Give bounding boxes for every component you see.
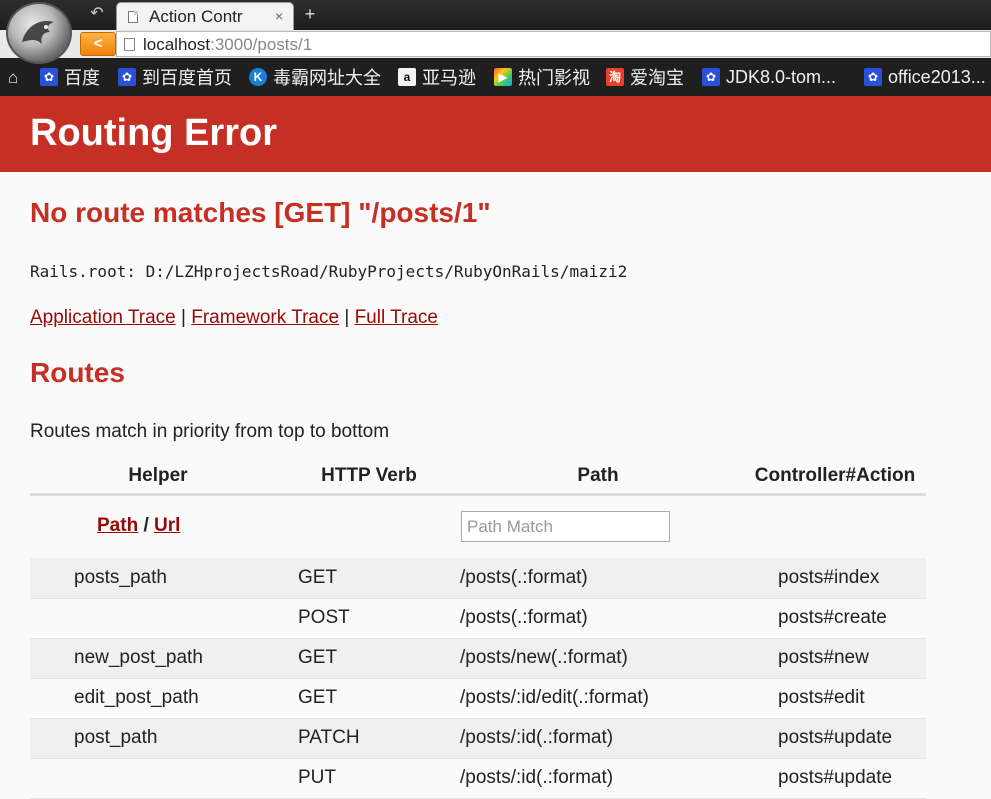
undo-close-tab-icon[interactable]: ↶ [86, 4, 108, 24]
route-verb: PUT [286, 758, 452, 799]
table-header: Helper HTTP Verb Path Controller#Action [30, 460, 926, 496]
path-toggle-link[interactable]: Path [97, 515, 138, 536]
address-bar-row: < localhost:3000/posts/1 [0, 30, 991, 58]
route-helper: post_path [30, 718, 286, 759]
address-bar[interactable]: localhost:3000/posts/1 [116, 31, 991, 57]
page-title: Routing Error [30, 112, 277, 154]
bookmark-jdk[interactable]: ✿ JDK8.0-tom... [702, 58, 836, 96]
path-url-toggle: Path / Url [97, 515, 180, 537]
bookmark-duba[interactable]: K 毒霸网址大全 [249, 58, 381, 96]
page-icon [128, 11, 138, 23]
paw-icon: ✿ [864, 68, 882, 86]
url-toggle-link[interactable]: Url [154, 515, 180, 536]
table-row: new_post_path GET/posts/new(.:format) post… [30, 638, 926, 679]
table-row: posts_path GET/posts(.:format) posts#index [30, 558, 926, 599]
route-verb: POST [286, 598, 452, 639]
route-helper [30, 758, 286, 799]
bookmark-taobao[interactable]: 淘爱淘宝 [606, 58, 684, 96]
header-verb: HTTP Verb [286, 460, 452, 496]
browser-logo[interactable] [6, 2, 72, 64]
rails-root: Rails.root: D:/LZHprojectsRoad/RubyProje… [30, 262, 628, 281]
back-button[interactable]: < [80, 32, 116, 56]
url-text[interactable]: localhost:3000/posts/1 [143, 35, 312, 55]
home-icon[interactable]: ⌂ [8, 68, 18, 88]
route-path: /posts/:id(.:format) [452, 758, 744, 799]
route-verb: PATCH [286, 718, 452, 759]
error-header: Routing Error [0, 96, 991, 172]
framework-trace-link[interactable]: Framework Trace [191, 307, 339, 328]
route-action: posts#update [744, 718, 926, 759]
routes-note: Routes match in priority from top to bot… [30, 421, 390, 442]
table-row: post_path PATCH/posts/:id(.:format) posts#… [30, 718, 926, 759]
route-path: /posts/new(.:format) [452, 638, 744, 679]
paw-icon: ✿ [40, 68, 58, 86]
bookmark-office[interactable]: ✿ office2013... [864, 58, 986, 96]
route-path: /posts(.:format) [452, 558, 744, 599]
header-path: Path [452, 460, 744, 496]
close-tab-icon[interactable]: × [275, 8, 283, 24]
route-action: posts#update [744, 758, 926, 799]
bookmark-baidu-home[interactable]: ✿ 到百度首页 [118, 58, 232, 96]
bookmark-baidu[interactable]: ✿ 百度 [40, 58, 100, 96]
kingsoft-icon: K [249, 68, 267, 86]
application-trace-link[interactable]: Application Trace [30, 307, 176, 328]
play-icon: ▶ [494, 68, 512, 86]
page-icon [124, 38, 135, 51]
route-verb: GET [286, 678, 452, 719]
route-helper [30, 598, 286, 639]
new-tab-button[interactable]: + [300, 3, 320, 25]
bookmark-movies[interactable]: ▶ 热门影视 [494, 58, 590, 96]
full-trace-link[interactable]: Full Trace [355, 307, 438, 328]
route-helper: edit_post_path [30, 678, 286, 719]
route-verb: GET [286, 638, 452, 679]
route-helper: posts_path [30, 558, 286, 599]
bookmarks-bar: ⌂ ✿ 百度 ✿ 到百度首页 K 毒霸网址大全 a 亚马逊 ▶ 热门影视 淘爱淘宝 ✿ JD… [0, 58, 991, 96]
route-action: posts#new [744, 638, 926, 679]
bookmark-amazon[interactable]: a 亚马逊 [398, 58, 476, 96]
taobao-icon: 淘 [606, 68, 624, 86]
table-row: PUT/posts/:id(.:format) posts#update [30, 758, 926, 799]
separator: / [143, 515, 149, 536]
route-action: posts#index [744, 558, 926, 599]
browser-tab[interactable]: Action Contr × [116, 2, 294, 30]
paw-icon: ✿ [118, 68, 136, 86]
amazon-icon: a [398, 68, 416, 86]
route-path: /posts/:id(.:format) [452, 718, 744, 759]
route-helper: new_post_path [30, 638, 286, 679]
tab-strip: ↶ Action Contr × + [0, 0, 991, 30]
table-row: POST/posts(.:format) posts#create [30, 598, 926, 639]
header-action: Controller#Action [744, 460, 926, 496]
separator: | [344, 307, 350, 328]
trace-links: Application Trace | Framework Trace | Fu… [30, 307, 438, 329]
tab-title: Action Contr [149, 7, 243, 26]
route-verb: GET [286, 558, 452, 599]
path-match-input[interactable] [461, 511, 670, 542]
route-path: /posts/:id/edit(.:format) [452, 678, 744, 719]
header-helper: Helper [30, 460, 286, 496]
separator: | [181, 307, 186, 328]
table-row: edit_post_path GET/posts/:id/edit(.:forma… [30, 678, 926, 719]
route-path: /posts(.:format) [452, 598, 744, 639]
route-action: posts#edit [744, 678, 926, 719]
routes-heading: Routes [30, 357, 125, 388]
error-message: No route matches [GET] "/posts/1" [30, 197, 491, 228]
route-action: posts#create [744, 598, 926, 639]
paw-icon: ✿ [702, 68, 720, 86]
